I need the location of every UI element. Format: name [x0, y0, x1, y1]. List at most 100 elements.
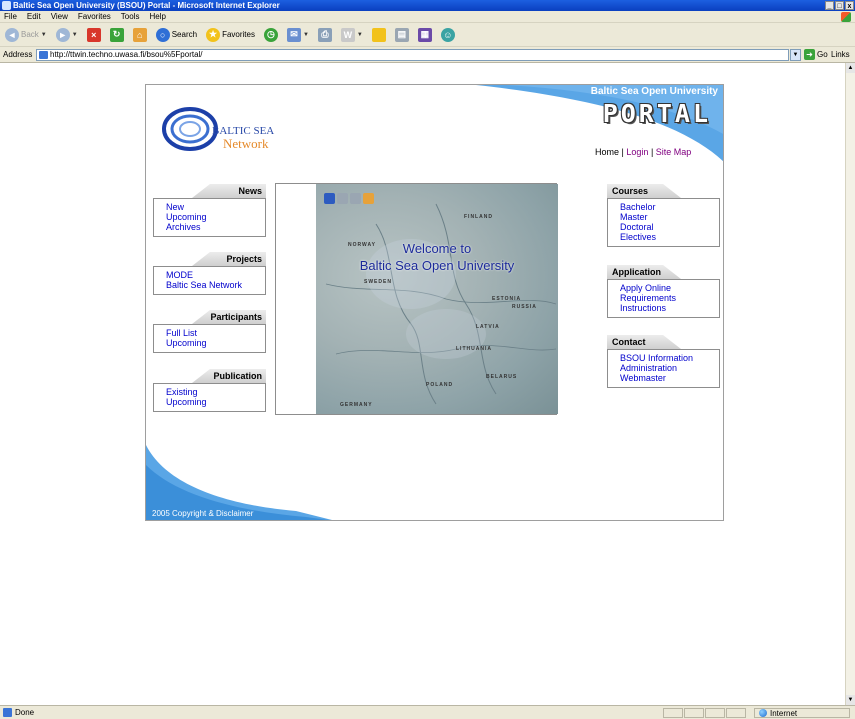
history-button[interactable]: ◷ — [262, 26, 280, 44]
chevron-down-icon: ▼ — [356, 31, 363, 38]
menu-view[interactable]: View — [51, 12, 68, 21]
contact-link-administration[interactable]: Administration — [620, 363, 715, 373]
zone-label: Internet — [770, 708, 798, 718]
baltic-sea-network-logo[interactable]: BALTIC SEA Network — [160, 103, 300, 159]
go-button[interactable]: ➜ Go — [804, 49, 828, 60]
publication-tab: Publication — [192, 369, 266, 383]
home-button[interactable]: ⌂ — [131, 26, 149, 44]
folder-icon — [371, 27, 386, 42]
forward-button[interactable]: ► ▼ — [54, 26, 80, 44]
address-url: http://ttwin.techno.uwasa.fi/bsou%5Fport… — [50, 50, 203, 59]
status-bar: Done Internet — [0, 705, 855, 719]
map-label-lithuania: LITHUANIA — [456, 346, 492, 352]
scroll-down-icon[interactable]: ▼ — [846, 695, 855, 705]
nav-separator: | — [621, 147, 624, 157]
contact-link-webmaster[interactable]: Webmaster — [620, 373, 715, 383]
courses-link-master[interactable]: Master — [620, 212, 715, 222]
participants-link-full-list[interactable]: Full List — [166, 328, 261, 338]
logo-swirl-icon — [162, 107, 218, 151]
publication-title: Publication — [213, 371, 262, 381]
stop-button[interactable]: × — [85, 26, 103, 44]
address-label: Address — [3, 50, 33, 59]
chevron-down-icon: ▼ — [302, 31, 309, 38]
news-link-upcoming[interactable]: Upcoming — [166, 212, 261, 222]
nav-login-link[interactable]: Login — [626, 147, 648, 157]
footer-swoosh — [146, 445, 332, 520]
research-icon: ▤ — [394, 27, 409, 42]
save-image-icon[interactable] — [324, 193, 335, 204]
menu-favorites[interactable]: Favorites — [78, 12, 111, 21]
links-button[interactable]: Links — [831, 50, 850, 59]
folder-button[interactable] — [370, 26, 388, 44]
search-button[interactable]: ○ Search — [154, 26, 199, 44]
browser-viewport: Baltic Sea Open University PORTAL Home |… — [0, 63, 845, 705]
search-label: Search — [171, 30, 198, 39]
email-image-icon[interactable] — [350, 193, 361, 204]
forward-arrow-icon: ► — [55, 27, 70, 42]
courses-link-electives[interactable]: Electives — [620, 232, 715, 242]
print-button[interactable]: ⎙ — [316, 26, 334, 44]
maximize-button[interactable]: □ — [835, 1, 844, 10]
projects-links: MODE Baltic Sea Network — [153, 266, 266, 295]
map-label-estonia: ESTONIA — [492, 296, 522, 302]
courses-links: Bachelor Master Doctoral Electives — [607, 198, 720, 247]
nav-sitemap-link[interactable]: Site Map — [656, 147, 692, 157]
word-icon: W — [340, 27, 355, 42]
mail-button[interactable]: ✉ ▼ — [285, 26, 311, 44]
map-label-sweden: SWEDEN — [364, 279, 392, 285]
welcome-text: Welcome to Baltic Sea Open University — [316, 240, 558, 274]
security-zone[interactable]: Internet — [754, 708, 850, 718]
projects-link-baltic-sea-network[interactable]: Baltic Sea Network — [166, 280, 261, 290]
portal-page: Baltic Sea Open University PORTAL Home |… — [145, 84, 724, 521]
open-folder-icon[interactable] — [363, 193, 374, 204]
browser-toolbar: ◄ Back ▼ ► ▼ × ↻ ⌂ ○ Search ★ Favorites … — [0, 23, 855, 47]
address-dropdown-button[interactable]: ▼ — [790, 49, 801, 61]
search-icon: ○ — [155, 27, 170, 42]
application-title: Application — [612, 267, 661, 277]
news-link-new[interactable]: New — [166, 202, 261, 212]
publication-link-upcoming[interactable]: Upcoming — [166, 397, 261, 407]
vertical-scrollbar[interactable]: ▲ ▼ — [845, 63, 855, 705]
contact-link-bsou-information[interactable]: BSOU Information — [620, 353, 715, 363]
application-links: Apply Online Requirements Instructions — [607, 279, 720, 318]
menu-tools[interactable]: Tools — [121, 12, 140, 21]
research-button[interactable]: ▤ — [393, 26, 411, 44]
contact-links: BSOU Information Administration Webmaste… — [607, 349, 720, 388]
edit-button[interactable]: W ▼ — [339, 26, 365, 44]
refresh-button[interactable]: ↻ — [108, 26, 126, 44]
publication-link-existing[interactable]: Existing — [166, 387, 261, 397]
application-link-requirements[interactable]: Requirements — [620, 293, 715, 303]
discuss-button[interactable]: ☺ — [439, 26, 457, 44]
print-image-icon[interactable] — [337, 193, 348, 204]
address-bar: Address http://ttwin.techno.uwasa.fi/bso… — [0, 47, 855, 63]
menu-help[interactable]: Help — [149, 12, 165, 21]
copyright-link[interactable]: 2005 Copyright & Disclaimer — [152, 509, 253, 518]
close-button[interactable]: x — [845, 1, 854, 10]
menu-edit[interactable]: Edit — [27, 12, 41, 21]
star-icon: ★ — [206, 27, 221, 42]
application-link-apply-online[interactable]: Apply Online — [620, 283, 715, 293]
messenger-button[interactable]: ▦ — [416, 26, 434, 44]
status-text: Done — [15, 708, 35, 717]
map-label-finland: FINLAND — [464, 214, 493, 220]
menu-file[interactable]: File — [4, 12, 17, 21]
status-panel — [684, 708, 704, 718]
back-button[interactable]: ◄ Back ▼ — [3, 26, 49, 44]
baltic-map-image: FINLAND NORWAY SWEDEN RUSSIA LATVIA LITH… — [316, 184, 558, 414]
favorites-button[interactable]: ★ Favorites — [204, 26, 257, 44]
news-links: New Upcoming Archives — [153, 198, 266, 237]
courses-link-doctoral[interactable]: Doctoral — [620, 222, 715, 232]
courses-link-bachelor[interactable]: Bachelor — [620, 202, 715, 212]
scroll-up-icon[interactable]: ▲ — [846, 63, 855, 73]
minimize-button[interactable]: _ — [825, 1, 834, 10]
logo-text-line2: Network — [223, 136, 269, 151]
application-link-instructions[interactable]: Instructions — [620, 303, 715, 313]
globe-icon — [759, 709, 767, 717]
home-icon: ⌂ — [132, 27, 147, 42]
projects-link-mode[interactable]: MODE — [166, 270, 261, 280]
address-input[interactable]: http://ttwin.techno.uwasa.fi/bsou%5Fport… — [36, 49, 789, 61]
nav-home-link[interactable]: Home — [595, 147, 619, 157]
news-link-archives[interactable]: Archives — [166, 222, 261, 232]
map-label-latvia: LATVIA — [476, 324, 500, 330]
participants-link-upcoming[interactable]: Upcoming — [166, 338, 261, 348]
